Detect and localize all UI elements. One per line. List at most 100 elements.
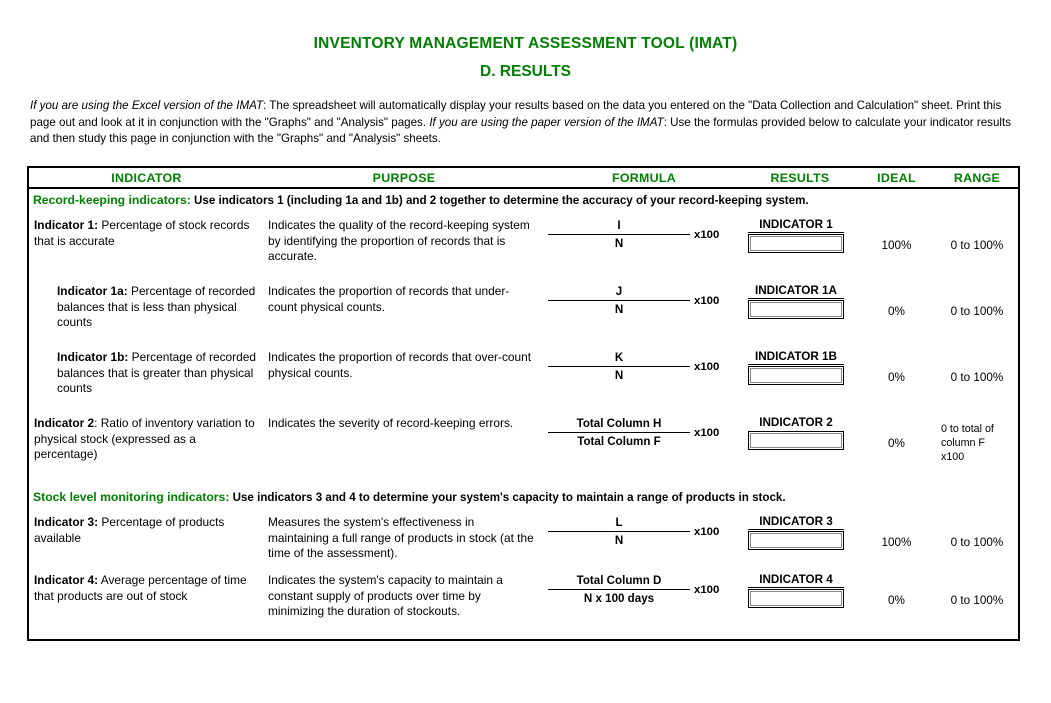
cell-purpose: Indicates the quality of the record-keep… bbox=[268, 218, 530, 263]
result-input-value[interactable] bbox=[750, 433, 842, 448]
formula-numerator: L bbox=[615, 516, 623, 529]
results-page: INVENTORY MANAGEMENT ASSESSMENT TOOL (IM… bbox=[0, 0, 1051, 703]
cell-ideal: 0% bbox=[888, 594, 905, 607]
cell-range: 0 to 100% bbox=[950, 594, 1004, 607]
formula-denominator: N bbox=[614, 303, 624, 316]
page-title-block: INVENTORY MANAGEMENT ASSESSMENT TOOL (IM… bbox=[0, 0, 1051, 82]
cell-range: 0 to 100% bbox=[950, 371, 1004, 384]
section-band-text: Use indicators 3 and 4 to determine your… bbox=[229, 491, 786, 504]
formula-multiplier: x100 bbox=[694, 583, 720, 596]
column-header-indicator: INDICATOR bbox=[111, 170, 182, 185]
table-row: Indicator 1b: Percentage of recorded bal… bbox=[29, 344, 1018, 410]
formula-numerator: J bbox=[615, 285, 623, 298]
indicator-name: Indicator 2 bbox=[34, 416, 95, 430]
formula-divider-line bbox=[548, 300, 690, 301]
cell-purpose: Indicates the severity of record-keeping… bbox=[268, 416, 514, 430]
formula-denominator: N x 100 days bbox=[583, 592, 655, 605]
formula-numerator: Total Column D bbox=[576, 574, 662, 587]
cell-indicator: Indicator 1: Percentage of stock records… bbox=[29, 212, 264, 249]
cell-indicator: Indicator 2: Ratio of inventory variatio… bbox=[29, 410, 264, 463]
result-input-value[interactable] bbox=[750, 368, 842, 383]
cell-purpose: Indicates the proportion of records that… bbox=[268, 350, 532, 380]
cell-formula: L Nx100 bbox=[544, 509, 744, 548]
result-label: INDICATOR 4 bbox=[748, 573, 844, 588]
result-input-box[interactable] bbox=[748, 531, 844, 550]
cell-range: 0 to total of column F x100 bbox=[937, 410, 1017, 464]
result-input-box[interactable] bbox=[748, 234, 844, 253]
column-header-formula: FORMULA bbox=[611, 170, 677, 185]
range-line: column F bbox=[941, 437, 985, 449]
formula-fraction: Total Column H Total Column F bbox=[548, 416, 690, 449]
result-input-value[interactable] bbox=[750, 533, 842, 548]
cell-purpose: Measures the system's effectiveness in m… bbox=[268, 515, 534, 560]
cell-indicator: Indicator 1b: Percentage of recorded bal… bbox=[29, 344, 264, 397]
cell-results: INDICATOR 3 bbox=[744, 509, 856, 550]
formula-multiplier: x100 bbox=[694, 228, 720, 241]
cell-purpose: Indicates the proportion of records that… bbox=[268, 284, 510, 314]
table-row: Indicator 3: Percentage of products avai… bbox=[29, 509, 1018, 567]
formula-divider-line bbox=[548, 432, 690, 433]
formula-multiplier: x100 bbox=[694, 525, 720, 538]
indicator-name: Indicator 3: bbox=[34, 515, 99, 529]
cell-formula: Total Column H Total Column F x100 bbox=[544, 410, 744, 449]
result-input-value[interactable] bbox=[750, 591, 842, 606]
result-label: INDICATOR 2 bbox=[759, 416, 833, 429]
formula-divider-line bbox=[548, 531, 690, 532]
cell-ideal: 100% bbox=[881, 536, 912, 549]
range-line: x100 bbox=[941, 451, 965, 463]
formula-fraction: KN bbox=[548, 350, 690, 383]
page-subtitle: D. RESULTS bbox=[480, 63, 571, 80]
formula-denominator: N bbox=[614, 534, 624, 547]
cell-ideal: 0% bbox=[888, 371, 905, 384]
formula-numerator: K bbox=[614, 351, 624, 364]
formula-multiplier: x100 bbox=[694, 360, 720, 373]
result-label: INDICATOR 1 bbox=[748, 218, 844, 233]
indicator-name: Indicator 1b: bbox=[57, 350, 129, 364]
page-title: INVENTORY MANAGEMENT ASSESSMENT TOOL (IM… bbox=[313, 35, 738, 52]
formula-fraction: Total Column D N x 100 days bbox=[548, 573, 690, 606]
table-row: Indicator 2: Ratio of inventory variatio… bbox=[29, 410, 1018, 472]
formula-divider-line bbox=[548, 366, 690, 367]
cell-range: 0 to 100% bbox=[950, 305, 1004, 318]
table-row: Indicator 1: Percentage of stock records… bbox=[29, 212, 1018, 278]
formula-denominator: N bbox=[614, 369, 624, 382]
formula-multiplier: x100 bbox=[694, 294, 720, 307]
range-line: 0 to total of bbox=[941, 423, 994, 435]
cell-range: 0 to 100% bbox=[950, 239, 1004, 252]
section-band-label: Stock level monitoring indicators: bbox=[33, 490, 230, 504]
formula-fraction: IN bbox=[548, 218, 690, 251]
formula-numerator: Total Column H bbox=[576, 417, 662, 430]
cell-formula: K Nx100 bbox=[544, 344, 744, 383]
column-header-purpose: PURPOSE bbox=[372, 170, 436, 185]
cell-indicator: Indicator 3: Percentage of products avai… bbox=[29, 509, 264, 546]
result-input-value[interactable] bbox=[750, 302, 842, 317]
indicator-name: Indicator 1a: bbox=[57, 284, 128, 298]
formula-denominator: N bbox=[614, 237, 624, 250]
cell-range: 0 to 100% bbox=[950, 536, 1004, 549]
cell-results: INDICATOR 1B bbox=[744, 344, 856, 385]
result-label: INDICATOR 3 bbox=[748, 515, 844, 530]
formula-multiplier: x100 bbox=[694, 426, 720, 439]
section-band: Record-keeping indicators: Use indicator… bbox=[29, 189, 1018, 212]
table-row: Indicator 1a: Percentage of recorded bal… bbox=[29, 278, 1018, 344]
formula-numerator: I bbox=[617, 219, 621, 232]
cell-results: INDICATOR 4 bbox=[744, 567, 856, 608]
result-input-value[interactable] bbox=[750, 236, 842, 251]
formula-divider-line bbox=[548, 589, 690, 590]
intro-paragraph: If you are using the Excel version of th… bbox=[30, 98, 1025, 148]
intro-lead-italic: If you are using the Excel version of th… bbox=[30, 99, 264, 112]
cell-ideal: 0% bbox=[888, 305, 905, 318]
intro-mid-italic: If you are using the paper version of th… bbox=[429, 115, 664, 129]
formula-divider-line bbox=[548, 234, 690, 235]
result-input-box[interactable] bbox=[748, 589, 844, 608]
cell-ideal: 100% bbox=[881, 239, 912, 252]
cell-purpose: Indicates the system's capacity to maint… bbox=[268, 573, 503, 618]
cell-indicator: Indicator 4: Average percentage of time … bbox=[29, 567, 264, 604]
cell-formula: J Nx100 bbox=[544, 278, 744, 317]
result-input-box[interactable] bbox=[748, 366, 844, 385]
result-label: INDICATOR 1B bbox=[748, 350, 844, 365]
column-header-ideal: IDEAL bbox=[877, 170, 916, 185]
result-input-box[interactable] bbox=[748, 431, 844, 450]
result-input-box[interactable] bbox=[748, 300, 844, 319]
column-header-range: RANGE bbox=[953, 170, 1001, 185]
